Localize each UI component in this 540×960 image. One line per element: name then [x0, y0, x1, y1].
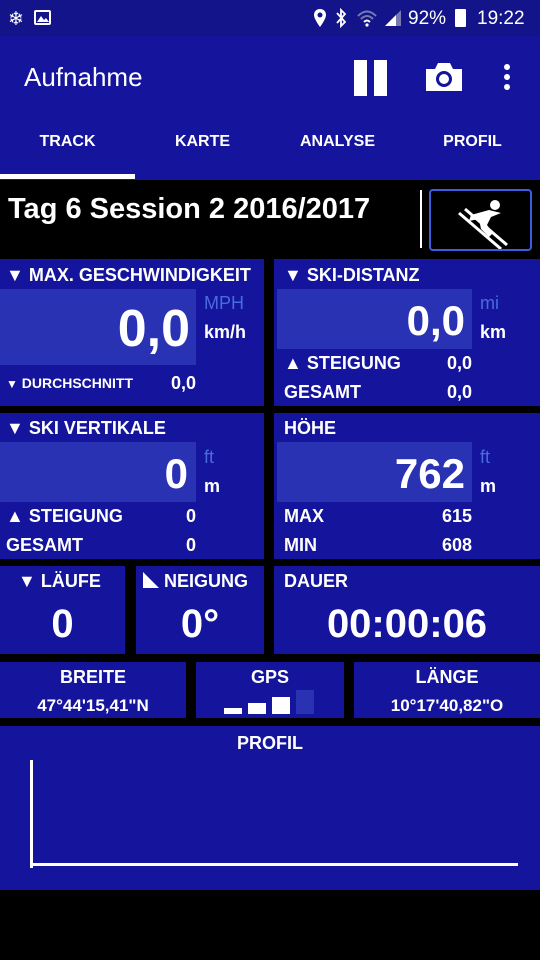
- battery-icon: [455, 9, 466, 27]
- distance-total-value: 0,0: [446, 382, 472, 402]
- duration-value: 00:00:06: [326, 602, 488, 646]
- vertical-label-row: ▼ SKI VERTIKALE: [6, 418, 166, 439]
- latitude-label: BREITE: [59, 667, 126, 687]
- tab-indicator: [0, 174, 135, 179]
- speed-label: MAX. GESCHWINDIGKEIT: [28, 265, 251, 285]
- gps-label: GPS: [250, 667, 289, 687]
- slope-value: 0°: [180, 602, 220, 646]
- clock: 19:22: [477, 8, 525, 29]
- session-title[interactable]: Tag 6 Session 2 2016/2017: [8, 193, 370, 226]
- snowflake-icon: ❄: [8, 9, 24, 30]
- triangle-down-icon: ▼: [6, 418, 24, 438]
- profile-x-axis: [30, 863, 518, 866]
- vertical-total-value: 0: [185, 535, 196, 555]
- longitude-label: LÄNGE: [415, 667, 479, 687]
- camera-button[interactable]: [424, 60, 466, 96]
- more-vert-icon: [504, 64, 510, 90]
- activity-type-button[interactable]: [429, 189, 532, 251]
- app-bar: [0, 36, 540, 180]
- altitude-unit[interactable]: m: [480, 476, 496, 497]
- distance-unit-alt[interactable]: mi: [480, 293, 499, 314]
- tab-profil[interactable]: PROFIL: [405, 133, 540, 151]
- max-speed-value: 0,0: [117, 300, 190, 358]
- skier-icon: [458, 200, 508, 249]
- vertical-climb-label: STEIGUNG: [28, 506, 123, 526]
- pause-icon: [350, 58, 392, 98]
- triangle-down-icon: ▼: [6, 265, 24, 285]
- vertical-value: 0: [164, 450, 188, 497]
- tab-karte[interactable]: KARTE: [135, 133, 270, 151]
- altitude-min-value: 608: [441, 535, 472, 555]
- title-divider: [420, 190, 422, 248]
- avg-speed-label-row: ▼ DURCHSCHNITT: [6, 375, 133, 391]
- avg-speed-value: 0,0: [170, 373, 196, 393]
- distance-label-row: ▼ SKI-DISTANZ: [284, 265, 420, 286]
- runs-label-row: ▼ LÄUFE: [18, 571, 101, 592]
- more-options-button[interactable]: [498, 62, 516, 94]
- battery-percent: 92%: [408, 8, 447, 29]
- speed-unit[interactable]: km/h: [204, 322, 246, 343]
- altitude-min-label: MIN: [284, 535, 317, 555]
- latitude-value: 47°44'15,41"N: [37, 696, 149, 715]
- vertical-total-label: GESAMT: [6, 535, 84, 555]
- profile-label: PROFIL: [237, 733, 303, 753]
- slope-label: NEIGUNG: [164, 571, 249, 591]
- speed-unit-alt[interactable]: MPH: [204, 293, 244, 314]
- tab-analyse[interactable]: ANALYSE: [270, 133, 405, 151]
- gps-signal-icon: [224, 690, 316, 716]
- vertical-unit-alt[interactable]: ft: [204, 447, 214, 468]
- vertical-unit[interactable]: m: [204, 476, 220, 497]
- distance-value: 0,0: [406, 297, 465, 344]
- altitude-max-value: 615: [441, 506, 472, 526]
- app-title: Aufnahme: [24, 62, 143, 92]
- speed-label-row: ▼ MAX. GESCHWINDIGKEIT: [6, 265, 251, 286]
- bluetooth-icon: [334, 7, 348, 33]
- cell-signal-icon: [383, 8, 403, 33]
- altitude-label: HÖHE: [284, 418, 337, 438]
- triangle-down-icon: ▼: [284, 265, 302, 285]
- slope-icon: [143, 572, 159, 588]
- distance-climb-label: STEIGUNG: [306, 353, 401, 373]
- altitude-value: 762: [394, 450, 465, 497]
- altitude-unit-alt[interactable]: ft: [480, 447, 490, 468]
- image-icon: [34, 10, 51, 25]
- distance-label: SKI-DISTANZ: [306, 265, 420, 285]
- distance-climb-label-row: ▲ STEIGUNG: [284, 353, 401, 374]
- profile-chart: [30, 760, 518, 868]
- vertical-climb-label-row: ▲ STEIGUNG: [6, 506, 123, 527]
- triangle-up-icon: ▲: [6, 506, 24, 526]
- wifi-icon: [356, 8, 378, 33]
- distance-climb-value: 0,0: [446, 353, 472, 373]
- triangle-down-icon: ▼: [18, 571, 36, 591]
- distance-unit[interactable]: km: [480, 322, 506, 343]
- tab-track[interactable]: TRACK: [0, 133, 135, 151]
- profile-y-axis: [30, 760, 33, 868]
- distance-total-label: GESAMT: [284, 382, 362, 402]
- vertical-climb-value: 0: [185, 506, 196, 526]
- pause-button[interactable]: [350, 58, 392, 98]
- duration-label: DAUER: [284, 571, 349, 591]
- location-icon: [313, 8, 327, 33]
- vertical-label: SKI VERTIKALE: [28, 418, 166, 438]
- avg-speed-label: DURCHSCHNITT: [21, 375, 133, 391]
- triangle-up-icon: ▲: [284, 353, 302, 373]
- runs-label: LÄUFE: [40, 571, 101, 591]
- camera-icon: [426, 63, 462, 91]
- slope-label-row: NEIGUNG: [143, 571, 248, 592]
- triangle-down-icon: ▼: [6, 377, 18, 391]
- altitude-max-label: MAX: [284, 506, 324, 526]
- longitude-value: 10°17'40,82"O: [390, 696, 504, 715]
- runs-value: 0: [51, 602, 74, 646]
